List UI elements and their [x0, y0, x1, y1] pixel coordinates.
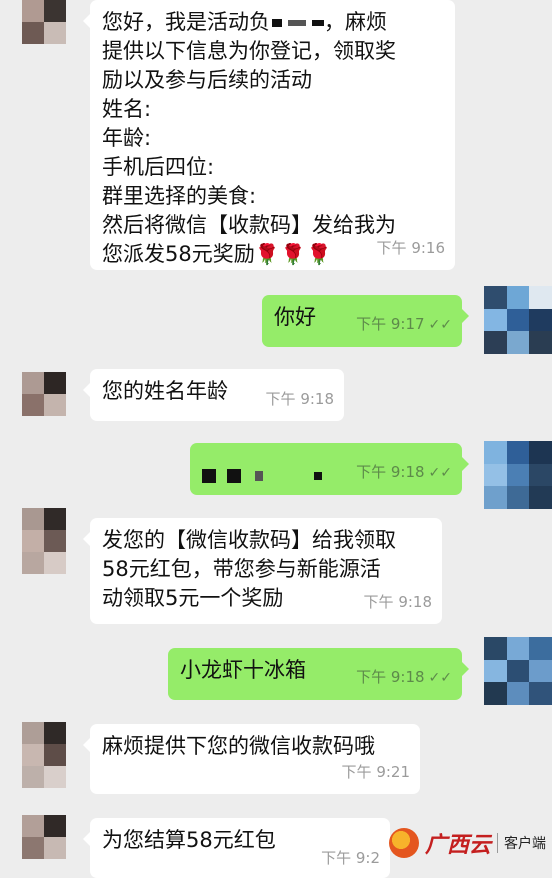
message-line: 年龄: [102, 126, 152, 150]
watermark-brand: 广西云 [424, 832, 491, 858]
message-text: 麻烦提供下您的微信收款码哦 [102, 734, 375, 758]
message-line: 58元红包，带您参与新能源活 [102, 557, 381, 581]
message-line: 励以及参与后续的活动 [102, 68, 312, 92]
watermark-divider [497, 833, 498, 853]
message-timestamp: 下午 9:18 [265, 390, 334, 408]
guangxiyun-watermark: 广西云 客户端 [388, 827, 546, 859]
message-line: 群里选择的美食: [102, 184, 257, 208]
message-timestamp: 下午 9:18 ✓✓ [356, 463, 452, 481]
message-line: 提供以下信息为你登记，领取奖 [102, 39, 396, 63]
message-bubble-outgoing[interactable]: 你好 下午 9:17 ✓✓ [262, 295, 469, 347]
message-timestamp: 下午 9:17 ✓✓ [356, 315, 452, 333]
contact-avatar[interactable] [22, 508, 66, 574]
watermark-client: 客户端 [504, 836, 546, 852]
redacted-text [288, 20, 306, 26]
message-bubble-incoming[interactable]: 麻烦提供下您的微信收款码哦 下午 9:21 [83, 724, 420, 794]
message-bubble-incoming[interactable]: 为您结算58元红包 下午 9:2 [83, 818, 390, 878]
contact-avatar[interactable] [22, 722, 66, 788]
redacted-text [272, 19, 282, 27]
message-line: 发您的【微信收款码】给我领取 [102, 528, 396, 552]
redacted-text [202, 469, 216, 483]
message-bubble-incoming[interactable]: 您的姓名年龄 下午 9:18 [83, 369, 344, 421]
message-timestamp: 下午 9:21 [341, 763, 410, 781]
redacted-text [255, 471, 264, 481]
contact-avatar[interactable] [22, 372, 66, 416]
my-avatar[interactable] [484, 441, 552, 509]
message-line: 您好，我是活动负 ，麻烦 [102, 10, 387, 34]
message-bubble-outgoing[interactable]: 小龙虾十冰箱 下午 9:18 ✓✓ [168, 648, 469, 700]
message-line: 手机后四位: [102, 155, 215, 179]
redacted-text [314, 472, 323, 480]
contact-avatar[interactable] [22, 815, 66, 859]
message-timestamp: 下午 9:18 ✓✓ [356, 668, 452, 686]
guangxiyun-logo-icon [388, 828, 419, 858]
redacted-text [226, 469, 241, 483]
redacted-text [312, 20, 324, 26]
read-ticks-icon: ✓✓ [428, 465, 452, 481]
read-ticks-icon: ✓✓ [428, 670, 452, 686]
read-ticks-icon: ✓✓ [428, 317, 452, 333]
rose-emoji-icon: 🌹🌹🌹 [254, 242, 333, 266]
message-bubble-outgoing[interactable]: 下午 9:18 ✓✓ [190, 443, 469, 495]
message-timestamp: 下午 9:18 [363, 593, 432, 611]
my-avatar[interactable] [484, 637, 552, 705]
message-line: 姓名: [102, 97, 152, 121]
message-timestamp: 下午 9:16 [376, 239, 445, 257]
my-avatar[interactable] [484, 286, 552, 354]
message-bubble-incoming[interactable]: 您好，我是活动负 ，麻烦 提供以下信息为你登记，领取奖 励以及参与后续的活动 姓名… [83, 0, 455, 270]
message-bubble-incoming[interactable]: 发您的【微信收款码】给我领取 58元红包，带您参与新能源活 动领取5元一个奖励 … [83, 518, 442, 624]
contact-avatar[interactable] [22, 0, 66, 44]
message-timestamp: 下午 9:2 [321, 849, 380, 867]
